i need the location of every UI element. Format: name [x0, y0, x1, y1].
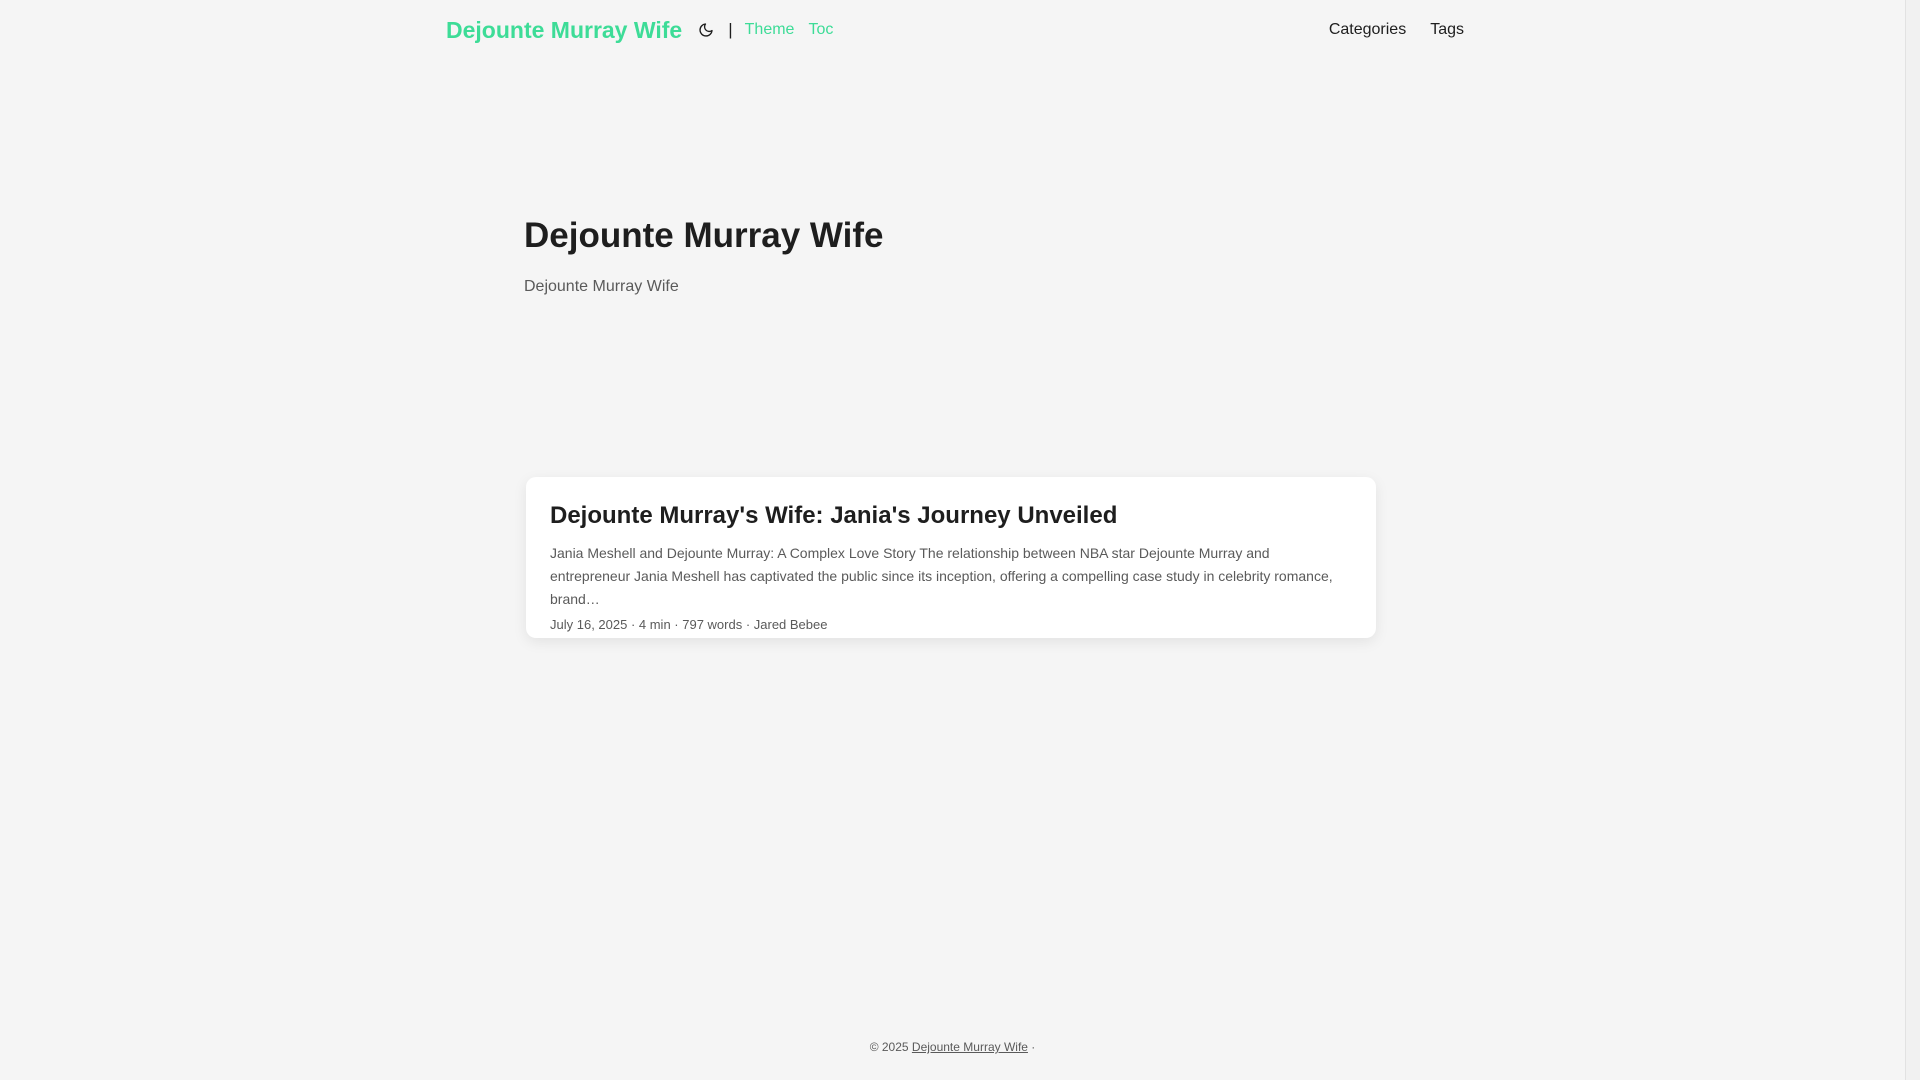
page-subtitle: Dejounte Murray Wife	[524, 278, 679, 295]
site-logo-link[interactable]: Dejounte Murray Wife	[446, 17, 682, 44]
footer-dot: ·	[1031, 1040, 1036, 1054]
page-scrollbar[interactable]	[1905, 0, 1920, 1080]
theme-link[interactable]: Theme	[745, 21, 795, 39]
page: Dejounte Murray Wife | Theme Toc Categor…	[0, 0, 1905, 1080]
header-separator: |	[728, 20, 733, 39]
nav-item-categories[interactable]: Categories	[1329, 21, 1406, 39]
site-footer: © 2025 Dejounte Murray Wife ·	[0, 1040, 1905, 1054]
site-header: Dejounte Murray Wife | Theme Toc Categor…	[446, 0, 1464, 60]
post-meta: July 16, 2025 · 4 min · 797 words · Jare…	[550, 617, 828, 632]
page-title: Dejounte Murray Wife	[524, 216, 884, 255]
hero-section: Dejounte Murray Wife Dejounte Murray Wif…	[524, 216, 883, 296]
post-excerpt: Jania Meshell and Dejounte Murray: A Com…	[550, 545, 1333, 607]
footer-copyright: © 2025	[869, 1040, 909, 1054]
post-title[interactable]: Dejounte Murray's Wife: Jania's Journey …	[550, 502, 1352, 530]
post-card[interactable]: Dejounte Murray's Wife: Jania's Journey …	[526, 477, 1376, 638]
footer-site-link[interactable]: Dejounte Murray Wife	[912, 1040, 1028, 1054]
main-nav: Categories Tags	[1305, 21, 1464, 39]
nav-item-tags[interactable]: Tags	[1430, 21, 1464, 39]
moon-icon[interactable]	[694, 18, 718, 42]
header-left: Dejounte Murray Wife | Theme Toc	[446, 17, 833, 44]
toc-link[interactable]: Toc	[808, 21, 833, 39]
